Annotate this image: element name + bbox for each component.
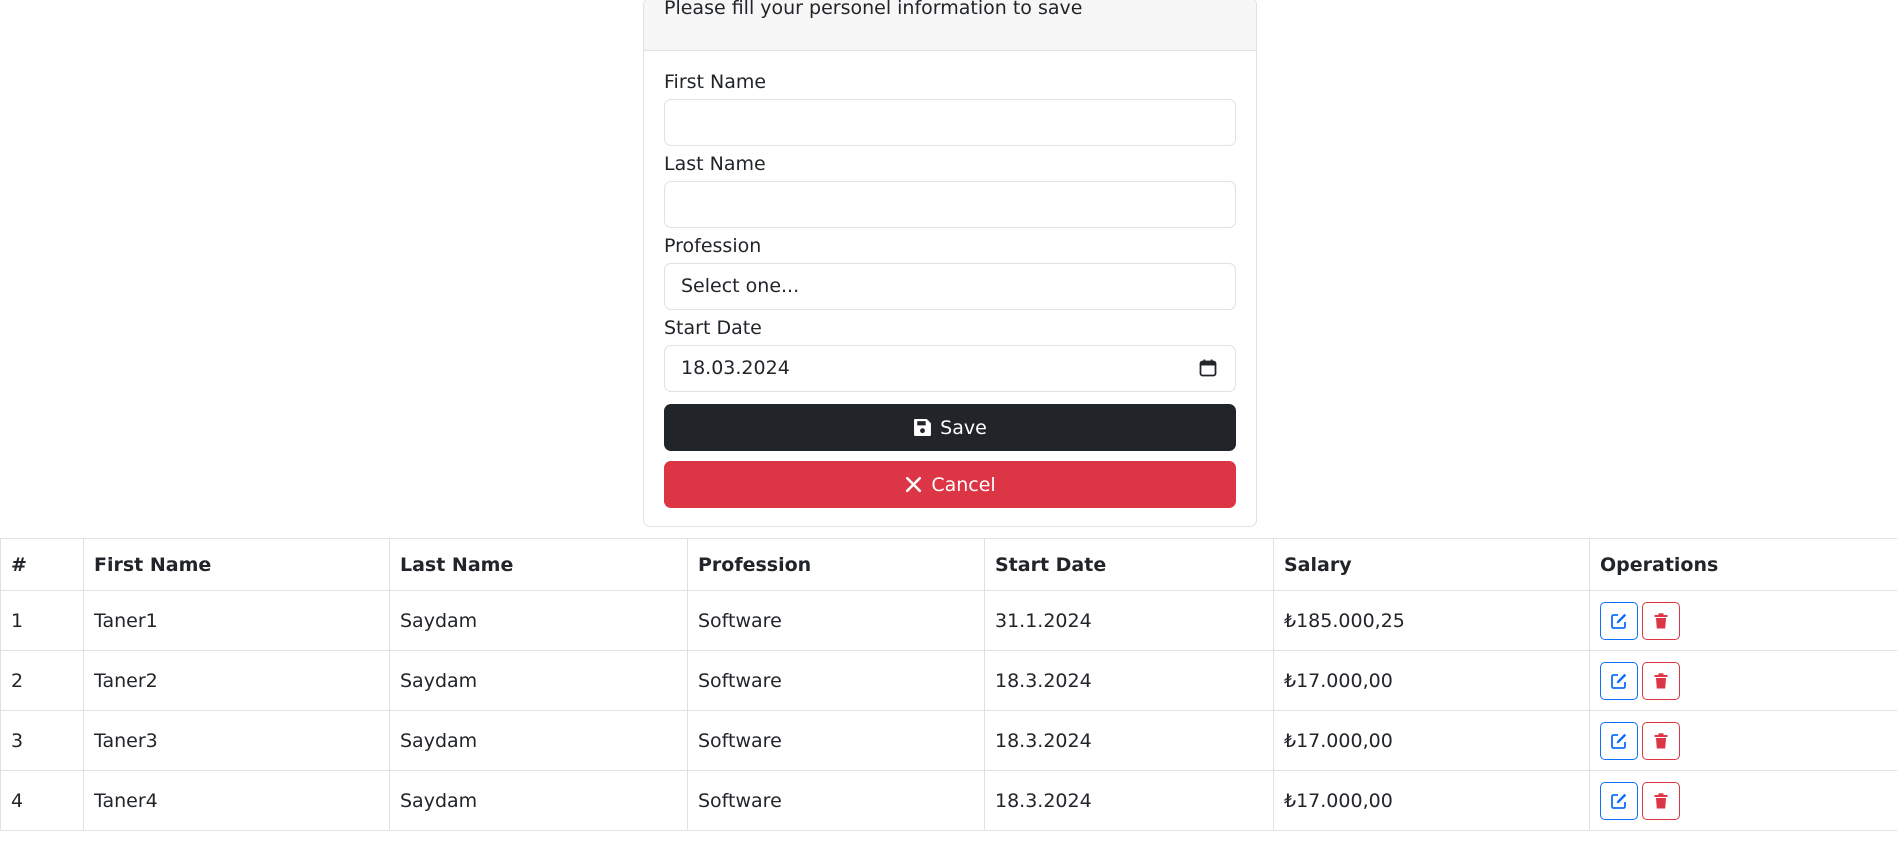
cell-operations: [1589, 710, 1897, 771]
x-icon: [906, 476, 922, 493]
cancel-button-label: Cancel: [931, 473, 996, 496]
cell-index: 3: [0, 710, 84, 771]
edit-button[interactable]: [1600, 601, 1638, 640]
cell-operations: [1589, 770, 1897, 831]
trash-icon: [1654, 732, 1668, 748]
cell-start-date: 18.3.2024: [984, 770, 1274, 831]
cell-profession: Software: [687, 650, 985, 711]
cell-last-name: Saydam: [389, 710, 688, 771]
floppy-disk-icon: [914, 419, 932, 436]
profession-select[interactable]: Select one...: [664, 263, 1236, 310]
column-header-index: #: [0, 538, 84, 591]
table-row: 4 Taner4 Saydam Software 18.3.2024 ₺17.0…: [0, 770, 1897, 831]
profession-selected-value: Select one...: [681, 275, 800, 297]
trash-icon: [1654, 612, 1668, 628]
column-header-operations: Operations: [1589, 538, 1897, 591]
edit-button[interactable]: [1600, 781, 1638, 820]
cell-first-name: Taner4: [83, 770, 390, 831]
cell-first-name: Taner2: [83, 650, 390, 711]
column-header-start-date: Start Date: [984, 538, 1274, 591]
cell-index: 4: [0, 770, 84, 831]
last-name-input[interactable]: [664, 181, 1236, 228]
save-button-label: Save: [940, 416, 987, 439]
table-row: 3 Taner3 Saydam Software 18.3.2024 ₺17.0…: [0, 710, 1897, 771]
column-header-first-name: First Name: [83, 538, 390, 591]
cell-start-date: 31.1.2024: [984, 590, 1274, 651]
cell-salary: ₺17.000,00: [1273, 770, 1590, 831]
trash-icon: [1654, 672, 1668, 688]
delete-button[interactable]: [1642, 661, 1680, 700]
cell-operations: [1589, 590, 1897, 651]
start-date-value: 18.03.2024: [681, 357, 790, 379]
cell-last-name: Saydam: [389, 650, 688, 711]
column-header-last-name: Last Name: [389, 538, 688, 591]
delete-button[interactable]: [1642, 781, 1680, 820]
cell-salary: ₺17.000,00: [1273, 650, 1590, 711]
start-date-input[interactable]: 18.03.2024: [664, 345, 1236, 392]
cell-salary: ₺17.000,00: [1273, 710, 1590, 771]
cell-salary: ₺185.000,25: [1273, 590, 1590, 651]
personel-table: # First Name Last Name Profession Start …: [0, 538, 1897, 831]
cancel-button[interactable]: Cancel: [664, 461, 1236, 508]
delete-button[interactable]: [1642, 721, 1680, 760]
table-row: 2 Taner2 Saydam Software 18.3.2024 ₺17.0…: [0, 650, 1897, 711]
cell-index: 2: [0, 650, 84, 711]
cell-profession: Software: [687, 710, 985, 771]
cell-last-name: Saydam: [389, 590, 688, 651]
column-header-profession: Profession: [687, 538, 985, 591]
cell-profession: Software: [687, 770, 985, 831]
first-name-label: First Name: [664, 71, 767, 93]
first-name-input[interactable]: [664, 99, 1236, 146]
pen-to-square-icon: [1611, 673, 1627, 689]
profession-label: Profession: [664, 235, 762, 257]
edit-button[interactable]: [1600, 721, 1638, 760]
form-header-text: Please fill your personel information to…: [664, 0, 1083, 19]
start-date-label: Start Date: [664, 317, 762, 339]
cell-start-date: 18.3.2024: [984, 710, 1274, 771]
form-header: Please fill your personel information to…: [644, 0, 1256, 51]
cell-first-name: Taner3: [83, 710, 390, 771]
table-header-row: # First Name Last Name Profession Start …: [0, 538, 1897, 591]
pen-to-square-icon: [1611, 793, 1627, 809]
cell-start-date: 18.3.2024: [984, 650, 1274, 711]
personel-form-card: Please fill your personel information to…: [643, 0, 1257, 527]
cell-last-name: Saydam: [389, 770, 688, 831]
trash-icon: [1654, 792, 1668, 808]
table-row: 1 Taner1 Saydam Software 31.1.2024 ₺185.…: [0, 590, 1897, 651]
edit-button[interactable]: [1600, 661, 1638, 700]
last-name-label: Last Name: [664, 153, 766, 175]
cell-profession: Software: [687, 590, 985, 651]
pen-to-square-icon: [1611, 733, 1627, 749]
calendar-icon[interactable]: [1199, 359, 1217, 377]
cell-first-name: Taner1: [83, 590, 390, 651]
cell-index: 1: [0, 590, 84, 651]
cell-operations: [1589, 650, 1897, 711]
pen-to-square-icon: [1611, 613, 1627, 629]
save-button[interactable]: Save: [664, 404, 1236, 451]
column-header-salary: Salary: [1273, 538, 1590, 591]
delete-button[interactable]: [1642, 601, 1680, 640]
